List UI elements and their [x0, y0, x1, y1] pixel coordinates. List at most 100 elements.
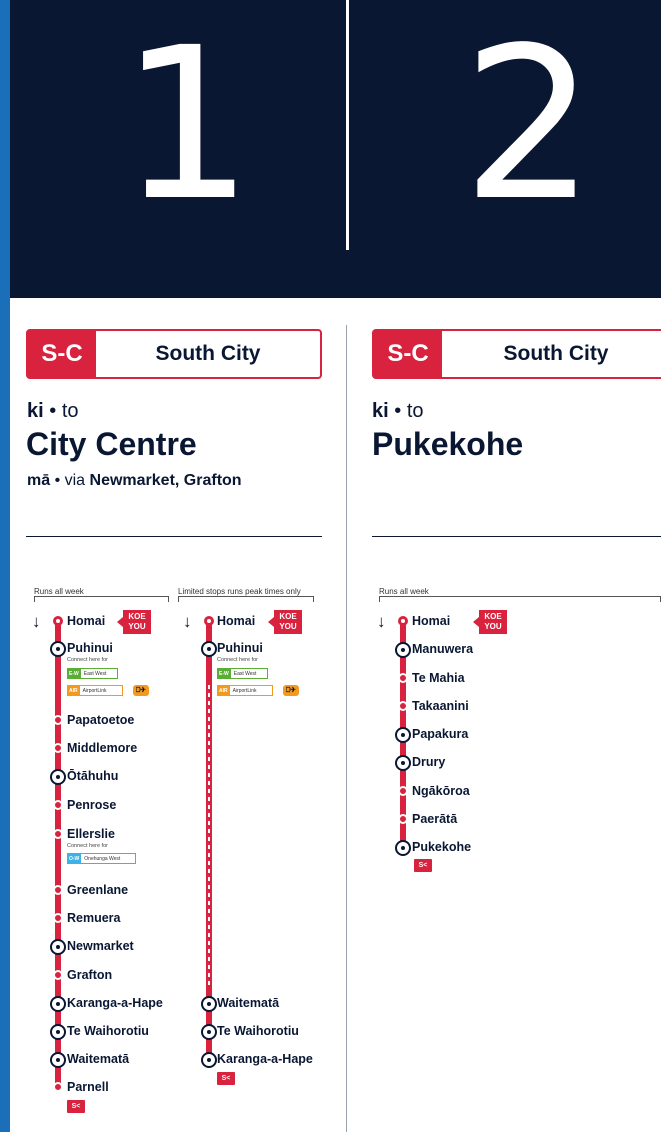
direction-arrow-icon: ↓: [377, 612, 386, 631]
stop-pukekohe: Pukekohe: [412, 840, 472, 854]
stop-middlemore: Middlemore: [67, 741, 138, 755]
stop-marker: [398, 673, 408, 683]
platform-header: 1 2: [10, 0, 661, 298]
east-west-connection: E-W East West: [67, 668, 118, 679]
stop-parnell: Parnell: [67, 1080, 109, 1094]
airport-link-connection: AIR AirportLink: [67, 685, 123, 696]
line-name: South City: [155, 342, 261, 365]
stop-takaanini: Takaanini: [412, 699, 469, 713]
stop-paerata: Paerātā: [412, 812, 458, 826]
divider-left: [26, 536, 322, 537]
bracket-limited: [178, 596, 314, 602]
stop-te-mahia: Te Mahia: [412, 671, 465, 685]
stop-waitemata: Waitematā: [67, 1052, 130, 1066]
stop-greenlane: Greenlane: [67, 883, 129, 897]
you-are-here-marker: KOE YOU: [473, 610, 507, 634]
stop-marker: [398, 786, 408, 796]
stop-otahuhu: Ōtāhuhu: [67, 769, 119, 783]
stop-puhinui: Puhinui: [67, 641, 113, 655]
platform-sign: 1 2 S-C South City ki • to City Centre m…: [10, 0, 661, 1132]
stop-marker: [53, 829, 63, 839]
stop-marker: [203, 1054, 215, 1066]
runs-all-week-label: Runs all week: [379, 587, 432, 596]
stop-homai: Homai: [67, 614, 106, 628]
stop-marker: [53, 743, 63, 753]
limited-stop-waitemata: Waitematā: [217, 996, 280, 1010]
direction-arrow-icon: ↓: [183, 612, 192, 631]
east-west-connection: E-W East West: [217, 668, 268, 679]
stop-marker: [398, 814, 408, 824]
stop-homai: Homai: [412, 614, 451, 628]
you-are-here-marker: KOE YOU: [268, 610, 302, 634]
connect-here-label: Connect here for: [67, 657, 108, 663]
stop-marker: [397, 842, 409, 854]
stop-marker: [398, 701, 408, 711]
stop-marker: [52, 941, 64, 953]
stop-penrose: Penrose: [67, 798, 117, 812]
stop-marker: [397, 757, 409, 769]
stop-manuwera: Manuwera: [412, 642, 474, 656]
line-badge-right: S-C South City: [372, 329, 661, 379]
line-end-badge: S<: [414, 859, 432, 872]
stop-marker: [52, 643, 64, 655]
you-are-here-marker: KOE YOU: [117, 610, 151, 634]
stop-marker: [204, 616, 214, 626]
stop-marker: [203, 643, 215, 655]
connect-here-label: Connect here for: [217, 657, 258, 663]
stop-papakura: Papakura: [412, 727, 469, 741]
stop-drury: Drury: [412, 755, 446, 769]
runs-all-week-label: Runs all week: [34, 587, 87, 596]
stop-newmarket: Newmarket: [67, 939, 134, 953]
header-divider: [346, 0, 349, 250]
stop-marker: [397, 644, 409, 656]
stop-marker: [53, 970, 63, 980]
stop-marker: [52, 771, 64, 783]
line-badge-left: S-C South City: [26, 329, 322, 379]
onehunga-connection: O-W Onehunga West: [67, 853, 137, 864]
stop-marker: [53, 913, 63, 923]
stop-marker: [52, 998, 64, 1010]
limited-stop-puhinui: Puhinui: [217, 641, 263, 655]
bus-airport-icon: ⎕✈: [283, 685, 299, 696]
destination-title: Pukekohe: [372, 426, 524, 462]
limited-stop-karanga-a-hape: Karanga-a-Hape: [217, 1052, 313, 1066]
column-divider: [346, 325, 347, 1132]
via-label: mā • via Newmarket, Grafton: [27, 472, 242, 489]
stop-marker: [52, 1026, 64, 1038]
stop-grafton: Grafton: [67, 968, 113, 982]
limited-stops-label: Limited stops runs peak times only: [178, 587, 304, 596]
stop-marker: [203, 998, 215, 1010]
line-name: South City: [503, 342, 609, 365]
direction-arrow-icon: ↓: [32, 612, 41, 631]
line-end-badge: S<: [217, 1072, 235, 1085]
limited-stop-homai: Homai: [217, 614, 256, 628]
stop-karanga-a-hape: Karanga-a-Hape: [67, 996, 163, 1010]
stop-ngakoroa: Ngākōroa: [412, 784, 470, 798]
stop-papatoetoe: Papatoetoe: [67, 713, 135, 727]
stop-marker: [203, 1026, 215, 1038]
line-end-badge: S<: [67, 1100, 85, 1113]
line-code: S-C: [374, 331, 442, 377]
bus-airport-icon: ⎕✈: [133, 685, 149, 696]
stop-te-waihorotiu: Te Waihorotiu: [67, 1024, 149, 1038]
connect-here-label: Connect here for: [67, 843, 108, 849]
stop-marker: [52, 1054, 64, 1066]
stop-marker: [53, 885, 63, 895]
line-code: S-C: [28, 331, 96, 377]
airport-link-connection: AIR AirportLink: [217, 685, 273, 696]
limited-stop-te-waihorotiu: Te Waihorotiu: [217, 1024, 299, 1038]
route-line-all: [55, 620, 61, 1090]
direction-label: ki • to: [27, 400, 79, 422]
stop-marker: [397, 729, 409, 741]
divider-right: [372, 536, 661, 537]
platform-number-2: 2: [462, 2, 596, 247]
stop-ellerslie: Ellerslie: [67, 827, 115, 841]
bracket-all-week: [379, 596, 661, 602]
bracket-all-week: [34, 596, 169, 602]
direction-label: ki • to: [372, 400, 424, 422]
stop-marker: [53, 616, 63, 626]
destination-title: City Centre: [26, 426, 197, 462]
stop-marker: [53, 800, 63, 810]
stop-marker: [53, 715, 63, 725]
platform-number-1: 1: [120, 2, 254, 247]
